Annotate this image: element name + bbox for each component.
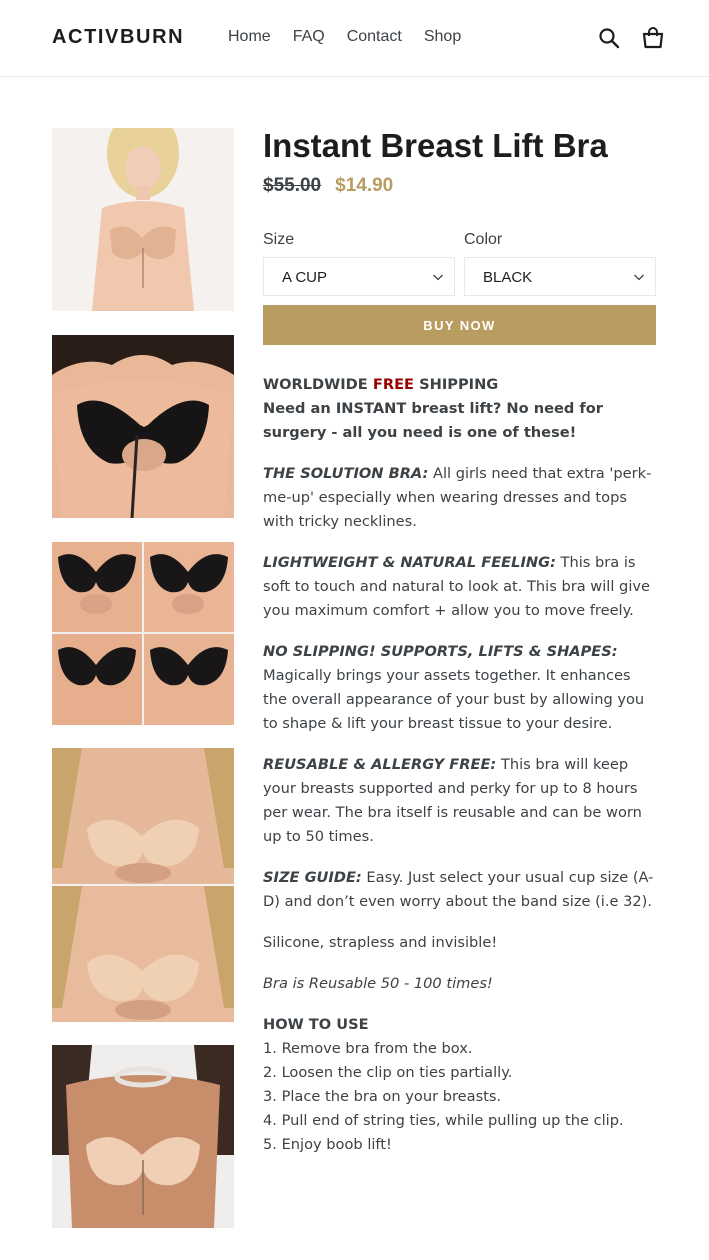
lightweight-paragraph: LIGHTWEIGHT & NATURAL FEELING: This bra …	[263, 554, 650, 619]
product-image-4[interactable]	[52, 748, 234, 1022]
size-select[interactable]: A CUP	[263, 257, 455, 296]
color-select[interactable]: BLACK	[464, 257, 656, 296]
solution-paragraph: THE SOLUTION BRA: All girls need that ex…	[263, 465, 652, 530]
shipping-line: WORLDWIDE FREE SHIPPING	[263, 376, 499, 393]
reusable-paragraph: REUSABLE & ALLERGY FREE: This bra will k…	[263, 756, 642, 845]
size-select-value: A CUP	[282, 269, 328, 286]
how-to-use-heading: HOW TO USE	[263, 1016, 369, 1033]
color-select-value: BLACK	[483, 269, 533, 286]
site-header: ACTIVBURN Home FAQ Contact Shop	[0, 0, 709, 77]
product-description: WORLDWIDE FREE SHIPPING Need an INSTANT …	[263, 373, 659, 1174]
chevron-down-icon	[433, 274, 443, 281]
size-guide-paragraph: SIZE GUIDE: Easy. Just select your usual…	[263, 869, 654, 910]
buy-now-button[interactable]: BUY NOW	[263, 305, 656, 345]
product-title: Instant Breast Lift Bra	[263, 127, 608, 164]
product-image-1[interactable]	[52, 128, 234, 311]
step-item: 5. Enjoy boob lift!	[263, 1136, 392, 1153]
step-item: 4. Pull end of string ties, while pullin…	[263, 1112, 624, 1129]
step-item: 3. Place the bra on your breasts.	[263, 1088, 502, 1105]
reusable-note: Bra is Reusable 50 - 100 times!	[263, 975, 493, 992]
silicone-text: Silicone, strapless and invisible!	[263, 934, 498, 951]
product-image-2[interactable]	[52, 335, 234, 518]
nav-shop[interactable]: Shop	[424, 28, 461, 46]
nav-contact[interactable]: Contact	[347, 28, 402, 46]
main-nav: Home FAQ Contact Shop	[228, 28, 483, 46]
step-item: 1. Remove bra from the box.	[263, 1040, 473, 1057]
intro-text: Need an INSTANT breast lift? No need for…	[263, 400, 603, 441]
step-item: 2. Loosen the clip on ties partially.	[263, 1064, 513, 1081]
free-highlight: FREE	[372, 376, 415, 393]
chevron-down-icon	[634, 274, 644, 281]
nav-home[interactable]: Home	[228, 28, 271, 46]
search-icon[interactable]	[597, 26, 621, 50]
cart-icon[interactable]	[641, 26, 665, 50]
size-label: Size	[263, 231, 295, 248]
site-logo[interactable]: ACTIVBURN	[52, 26, 184, 49]
no-slipping-paragraph: NO SLIPPING! SUPPORTS, LIFTS & SHAPES: M…	[263, 643, 645, 732]
product-image-3[interactable]	[52, 542, 234, 725]
price-row: $55.00 $14.90	[263, 175, 393, 197]
original-price: $55.00	[263, 175, 322, 196]
color-label: Color	[464, 231, 503, 248]
nav-faq[interactable]: FAQ	[293, 28, 325, 46]
sale-price: $14.90	[335, 175, 394, 196]
shipping-block: WORLDWIDE FREE SHIPPING Need an INSTANT …	[263, 373, 659, 445]
how-to-use: HOW TO USE 1. Remove bra from the box. 2…	[263, 1013, 659, 1157]
product-image-5[interactable]	[52, 1045, 234, 1228]
